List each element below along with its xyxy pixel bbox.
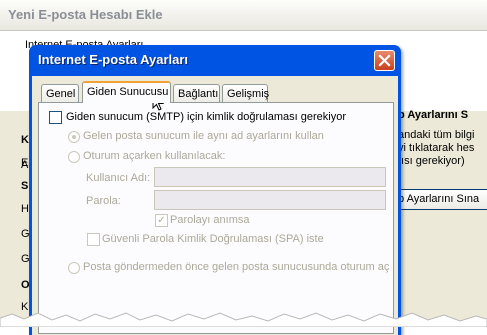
- spa-label: Güvenli Parola Kimlik Doğrulaması (SPA) …: [102, 233, 324, 245]
- require-auth-checkbox[interactable]: [49, 111, 62, 124]
- logon-incoming-first-label: Posta göndermeden önce gelen posta sunuc…: [83, 261, 390, 273]
- checkmark-icon: ✓: [157, 215, 166, 226]
- username-field[interactable]: [154, 167, 386, 187]
- background-titlebar: Yeni E-posta Hesabı Ekle: [0, 0, 487, 31]
- same-settings-label: Gelen posta sunucum ile aynı ad ayarları…: [83, 130, 324, 142]
- logon-using-label: Oturum açarken kullanılacak:: [83, 150, 226, 162]
- logon-incoming-first-radio[interactable]: [68, 262, 80, 274]
- close-button[interactable]: [374, 50, 395, 71]
- spa-checkbox[interactable]: [87, 233, 100, 246]
- dialog-title: Internet E-posta Ayarları: [38, 52, 189, 67]
- password-label: Parola:: [86, 195, 121, 207]
- same-settings-radio[interactable]: [68, 131, 80, 143]
- remember-password-checkbox[interactable]: ✓: [155, 214, 168, 227]
- background-right-text: yi tıklatarak hes: [398, 142, 475, 154]
- torn-edge: [0, 312, 487, 327]
- tab-giden-sunucusu[interactable]: Giden Sunucusu: [82, 81, 171, 103]
- background-right-text: andaki tüm bilgi: [398, 129, 475, 141]
- close-icon: [378, 54, 391, 67]
- background-window-title: Yeni E-posta Hesabı Ekle: [8, 7, 163, 22]
- logon-using-radio[interactable]: [68, 151, 80, 163]
- background-right-heading: p Ayarlarını S: [398, 109, 469, 121]
- require-auth-label: Giden sunucum (SMTP) için kimlik doğrula…: [66, 111, 346, 123]
- background-right-text: tısı gerekiyor): [398, 155, 465, 167]
- tab-genel[interactable]: Genel: [41, 84, 79, 103]
- username-label: Kullanıcı Adı:: [86, 172, 151, 184]
- test-account-settings-button[interactable]: p Ayarlarını Sına: [393, 189, 487, 210]
- tab-gelismis[interactable]: Gelişmiş: [222, 84, 269, 103]
- password-field[interactable]: [154, 190, 386, 210]
- tab-baglanti[interactable]: Bağlantı: [173, 84, 220, 103]
- remember-password-label: Parolayı anımsa: [170, 214, 250, 226]
